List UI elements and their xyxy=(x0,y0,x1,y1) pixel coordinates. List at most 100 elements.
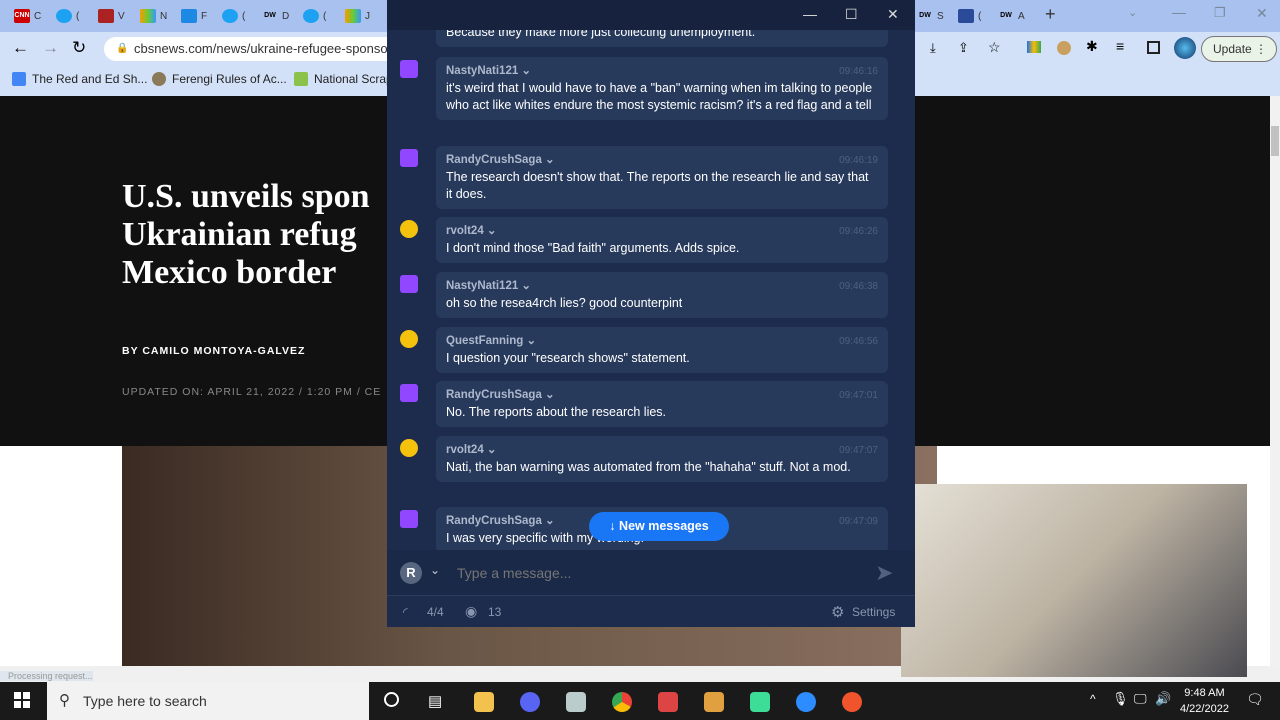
message-text: it's weird that I would have to have a "… xyxy=(446,81,873,112)
message-input[interactable] xyxy=(457,560,857,586)
chevron-down-icon[interactable]: ⌄ xyxy=(430,563,440,577)
share-icon[interactable]: ⇪ xyxy=(958,40,969,56)
back-icon[interactable]: ← xyxy=(12,38,29,58)
start-icon[interactable] xyxy=(14,692,30,708)
chat-message: rvolt24 ⌄ 09:46:26 I don't mind those "Bad… xyxy=(436,217,888,263)
article-headline: U.S. unveils spon Ukrainian refug Mexico… xyxy=(122,178,402,411)
tab-twitter[interactable]: ( xyxy=(222,8,245,24)
task-view-icon[interactable]: ▤ xyxy=(428,692,442,710)
tab-twitter[interactable]: ( xyxy=(303,8,326,24)
username-text: NastyNati121 xyxy=(446,280,519,292)
tab-doc[interactable]: F xyxy=(181,8,207,24)
sidepanel-icon[interactable] xyxy=(1147,41,1160,54)
mic-icon[interactable]: 🎙 xyxy=(1112,691,1129,707)
streaming-app-icon[interactable] xyxy=(750,692,770,712)
username[interactable]: RandyCrushSaga ⌄ xyxy=(446,387,555,404)
forward-icon[interactable]: → xyxy=(42,38,59,58)
tab-nbc[interactable]: N xyxy=(140,8,167,24)
message-text: I don't mind those "Bad faith" arguments… xyxy=(446,241,740,255)
restream-icon[interactable] xyxy=(842,692,862,712)
close-icon[interactable]: ✕ xyxy=(887,6,899,23)
profile-avatar[interactable] xyxy=(1174,37,1196,59)
network-icon[interactable]: 🖵 xyxy=(1134,691,1147,707)
star-icon[interactable]: ☆ xyxy=(988,39,1001,56)
username[interactable]: RandyCrushSaga ⌄ xyxy=(446,152,555,169)
close-icon[interactable]: ✕ xyxy=(1256,5,1268,22)
extension-icon[interactable] xyxy=(1057,41,1071,55)
restore-icon[interactable]: ❐ xyxy=(1214,5,1226,21)
tab-search-icon[interactable]: ⌄ xyxy=(1128,6,1137,19)
tab-label: C xyxy=(34,10,42,22)
connections-count: 4/4 xyxy=(427,605,444,619)
snipping-icon[interactable] xyxy=(658,692,678,712)
chat-titlebar: — ☐ ✕ xyxy=(387,0,915,30)
username-text: RandyCrushSaga xyxy=(446,389,542,401)
address-bar[interactable]: 🔒 cbsnews.com/news/ukraine-refugee-sponso xyxy=(104,37,404,61)
clock[interactable]: 9:48 AM 4/22/2022 xyxy=(1180,685,1229,717)
tab-nbc[interactable]: J xyxy=(345,8,370,24)
message-text: Nati, the ban warning was automated from… xyxy=(446,460,851,474)
chat-message: NastyNati121 ⌄ 09:46:38 oh so the resea4rc… xyxy=(436,272,888,318)
new-messages-button[interactable]: ↓ New messages xyxy=(589,512,729,541)
taskbar-search[interactable]: ⚲ Type here to search xyxy=(47,682,369,720)
timestamp: 09:46:19 xyxy=(839,155,878,166)
minimize-icon[interactable]: — xyxy=(1172,4,1186,20)
gear-icon[interactable]: ⚙ xyxy=(831,603,844,621)
scrollbar[interactable] xyxy=(1270,96,1280,666)
twitch-icon xyxy=(400,510,418,528)
tab-label: D xyxy=(282,10,290,22)
puzzle-icon[interactable]: ✱ xyxy=(1086,38,1098,55)
username-text: NastyNati121 xyxy=(446,65,519,77)
chat-message: Because they make more just collecting u… xyxy=(436,30,888,47)
tab-news[interactable]: V xyxy=(98,8,125,24)
headline-line: U.S. unveils spon xyxy=(122,178,370,215)
zoom-icon[interactable] xyxy=(796,692,816,712)
username[interactable]: QuestFanning ⌄ xyxy=(446,333,536,350)
tab-twitter[interactable]: ( xyxy=(56,8,79,24)
message-text: oh so the resea4rch lies? good counterpi… xyxy=(446,296,683,310)
timestamp: 09:47:09 xyxy=(839,516,878,527)
byline: BY CAMILO MONTOYA-GALVEZ xyxy=(122,345,306,357)
username[interactable]: RandyCrushSaga ⌄ xyxy=(446,513,555,530)
new-messages-label: New messages xyxy=(619,519,709,533)
username-text: RandyCrushSaga xyxy=(446,154,542,166)
tab-cnn[interactable]: CNN C xyxy=(14,8,41,24)
reload-icon[interactable]: ↻ xyxy=(72,38,86,58)
chrome-icon[interactable] xyxy=(612,692,632,712)
file-explorer-icon[interactable] xyxy=(474,692,494,712)
tab-dw[interactable]: DW D xyxy=(262,8,289,24)
clock-time: 9:48 AM xyxy=(1184,687,1225,699)
avatar[interactable]: R xyxy=(400,562,422,584)
tab-label: N xyxy=(160,10,168,22)
tab-dw[interactable]: DW S xyxy=(917,8,944,24)
update-button[interactable]: Update ⋮ xyxy=(1201,36,1277,62)
username[interactable]: NastyNati121 ⌄ xyxy=(446,278,531,295)
minimize-icon[interactable]: — xyxy=(803,6,817,22)
media-player-icon[interactable] xyxy=(704,692,724,712)
username[interactable]: rvolt24 ⌄ xyxy=(446,223,497,240)
updated-date: UPDATED ON: APRIL 21, 2022 / 1:20 PM / C… xyxy=(122,386,382,398)
media-icon[interactable]: ≡ xyxy=(1116,38,1124,54)
tab-h[interactable]: ( xyxy=(958,8,981,24)
cortana-icon[interactable] xyxy=(384,692,399,707)
twitch-icon xyxy=(400,275,418,293)
install-icon[interactable]: ⤓ xyxy=(930,40,936,56)
new-tab-icon[interactable]: + xyxy=(1045,4,1056,25)
username[interactable]: rvolt24 ⌄ xyxy=(446,442,497,459)
maximize-icon[interactable]: ☐ xyxy=(845,6,858,23)
volume-icon[interactable]: 🔊 xyxy=(1155,691,1171,707)
rumble-icon xyxy=(400,220,418,238)
notifications-icon[interactable]: 🗨 xyxy=(1246,691,1264,708)
username[interactable]: NastyNati121 ⌄ xyxy=(446,63,531,80)
settings-button[interactable]: Settings xyxy=(852,605,895,619)
drive-icon[interactable] xyxy=(1027,41,1041,53)
bookmark[interactable]: National Scrap xyxy=(294,72,393,86)
send-icon[interactable]: ➤ xyxy=(875,560,893,586)
discord-icon[interactable] xyxy=(520,692,540,712)
app-icon[interactable] xyxy=(566,692,586,712)
bookmark[interactable]: Ferengi Rules of Ac... xyxy=(152,72,287,86)
message-list[interactable]: Because they make more just collecting u… xyxy=(387,30,915,550)
tab-dw[interactable]: DW A xyxy=(998,8,1025,24)
tray-chevron-icon[interactable]: ^ xyxy=(1090,692,1096,706)
bookmark[interactable]: The Red and Ed Sh... xyxy=(12,72,147,86)
